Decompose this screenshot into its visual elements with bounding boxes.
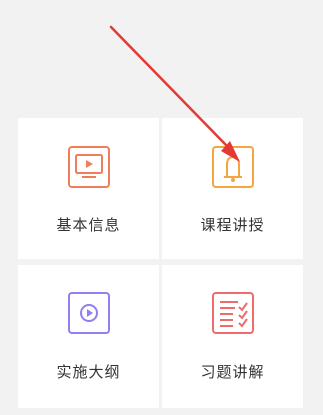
menu-item-basic-info[interactable]: 基本信息 xyxy=(18,118,159,259)
checklist-icon xyxy=(211,292,254,334)
tv-icon xyxy=(67,146,110,188)
menu-item-label: 实施大纲 xyxy=(56,363,121,381)
menu-item-course-lecture[interactable]: 课程讲授 xyxy=(162,118,303,259)
menu-grid: 基本信息 课程讲授 实施大纲 习题讲解 xyxy=(18,118,303,408)
menu-item-label: 基本信息 xyxy=(56,216,121,234)
menu-item-label: 课程讲授 xyxy=(200,216,265,234)
menu-item-implementation-outline[interactable]: 实施大纲 xyxy=(18,265,159,408)
menu-item-exercise-explanation[interactable]: 习题讲解 xyxy=(162,265,303,408)
bell-icon xyxy=(211,146,254,188)
play-circle-icon xyxy=(67,292,110,334)
menu-item-label: 习题讲解 xyxy=(200,363,265,381)
